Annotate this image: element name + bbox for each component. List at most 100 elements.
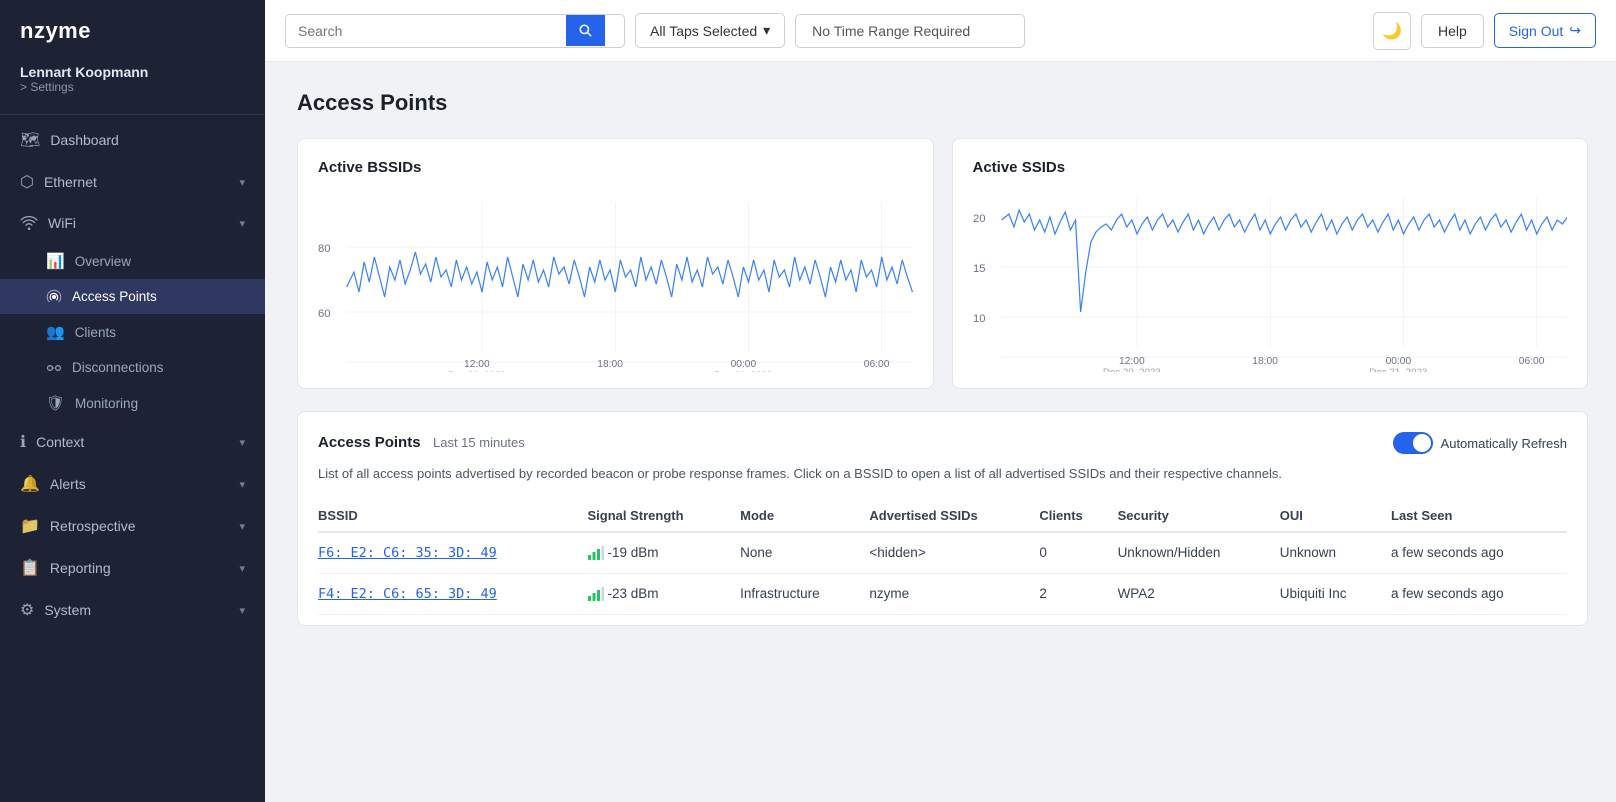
svg-text:Dec 20, 2023: Dec 20, 2023 — [448, 370, 506, 372]
sidebar-sub-item-clients[interactable]: 👥 Clients — [0, 314, 265, 350]
ssids-cell: nzyme — [869, 573, 1039, 614]
col-ssids: Advertised SSIDs — [869, 500, 1039, 532]
sidebar-item-reporting[interactable]: 📋 Reporting ▾ — [0, 547, 265, 589]
sidebar-item-label: Alerts — [50, 476, 86, 492]
col-oui: OUI — [1280, 500, 1391, 532]
chevron-down-icon: ▾ — [239, 478, 245, 491]
search-bar — [285, 14, 625, 48]
signout-label: Sign Out — [1509, 23, 1563, 39]
col-mode: Mode — [740, 500, 869, 532]
wifi-icon — [20, 214, 38, 232]
svg-text:15: 15 — [973, 263, 986, 275]
help-button[interactable]: Help — [1421, 14, 1484, 48]
svg-text:12:00: 12:00 — [1119, 356, 1145, 367]
auto-refresh-wrap: Automatically Refresh — [1393, 432, 1567, 454]
user-name: Lennart Koopmann — [20, 64, 245, 80]
content-area: Access Points Active BSSIDs 80 60 — [265, 62, 1616, 802]
chevron-down-icon: ▾ — [239, 176, 245, 189]
taps-selector[interactable]: All Taps Selected ▾ — [635, 13, 785, 48]
signal-value: -19 dBm — [608, 545, 659, 560]
moon-icon: 🌙 — [1382, 21, 1402, 41]
svg-text:06:00: 06:00 — [1518, 356, 1544, 367]
sidebar-item-label: WiFi — [48, 215, 76, 231]
signal-cell: -23 dBm — [588, 586, 729, 601]
sidebar-sub-label: Disconnections — [72, 360, 164, 375]
settings-link[interactable]: > Settings — [20, 80, 245, 94]
bssid-link[interactable]: F6: E2: C6: 35: 3D: 49 — [318, 545, 497, 561]
table-row: F4: E2: C6: 65: 3D: 49 — [318, 573, 1567, 614]
active-bssids-title: Active BSSIDs — [318, 159, 913, 176]
security-cell: Unknown/Hidden — [1118, 532, 1280, 574]
svg-text:Dec 21, 2023: Dec 21, 2023 — [1369, 367, 1427, 372]
sign-out-button[interactable]: Sign Out ↪ — [1494, 13, 1596, 48]
alerts-icon: 🔔 — [20, 474, 40, 494]
ap-section-title: Access Points — [318, 434, 421, 451]
svg-text:Dec 20, 2023: Dec 20, 2023 — [1102, 367, 1160, 372]
ap-table-section: Access Points Last 15 minutes Automatica… — [297, 411, 1588, 626]
col-lastseen: Last Seen — [1391, 500, 1567, 532]
monitoring-icon: 🛡 — [46, 394, 65, 412]
ethernet-icon: ⬡ — [20, 172, 34, 192]
svg-text:10: 10 — [973, 313, 986, 325]
sidebar-item-wifi[interactable]: WiFi ▾ — [0, 203, 265, 243]
svg-text:60: 60 — [318, 308, 331, 320]
page-title: Access Points — [297, 90, 1588, 116]
bssid-link[interactable]: F4: E2: C6: 65: 3D: 49 — [318, 586, 497, 602]
col-clients: Clients — [1039, 500, 1117, 532]
auto-refresh-label: Automatically Refresh — [1441, 436, 1567, 451]
sidebar-item-retrospective[interactable]: 📁 Retrospective ▾ — [0, 505, 265, 547]
sidebar-item-label: Dashboard — [50, 132, 119, 148]
clients-cell: 0 — [1039, 532, 1117, 574]
signout-icon: ↪ — [1569, 22, 1581, 39]
col-security: Security — [1118, 500, 1280, 532]
context-icon: ℹ — [20, 432, 26, 452]
overview-icon: 📊 — [46, 252, 65, 270]
help-label: Help — [1438, 23, 1467, 39]
brand-logo: nzyme — [0, 0, 265, 58]
sidebar-sub-item-disconnections[interactable]: Disconnections — [0, 350, 265, 385]
sidebar-item-system[interactable]: ⚙ System ▾ — [0, 589, 265, 631]
oui-cell: Ubiquiti Inc — [1280, 573, 1391, 614]
map-icon: 🗺 — [20, 130, 40, 150]
sidebar-item-label: Reporting — [50, 560, 111, 576]
ssids-svg: 20 15 10 — [973, 192, 1568, 372]
search-input[interactable] — [286, 15, 566, 47]
chevron-down-icon: ▾ — [239, 562, 245, 575]
chevron-down-icon: ▾ — [239, 217, 245, 230]
sidebar-sub-label: Clients — [75, 325, 116, 340]
ap-section-title-wrap: Access Points Last 15 minutes — [318, 434, 525, 452]
active-ssids-chart: 20 15 10 — [973, 192, 1568, 372]
sidebar-sub-item-access-points[interactable]: Access Points — [0, 279, 265, 314]
sidebar-sub-item-overview[interactable]: 📊 Overview — [0, 243, 265, 279]
disconnections-icon — [46, 359, 62, 376]
sidebar-item-label: Context — [36, 434, 84, 450]
time-range-label: No Time Range Required — [812, 23, 970, 39]
sidebar-item-alerts[interactable]: 🔔 Alerts ▾ — [0, 463, 265, 505]
main-area: All Taps Selected ▾ No Time Range Requir… — [265, 0, 1616, 802]
svg-text:20: 20 — [973, 213, 986, 225]
svg-text:00:00: 00:00 — [731, 359, 757, 370]
sidebar-sub-label: Overview — [75, 254, 131, 269]
active-ssids-title: Active SSIDs — [973, 159, 1568, 176]
search-button[interactable] — [566, 15, 605, 46]
auto-refresh-toggle[interactable] — [1393, 432, 1433, 454]
signal-value: -23 dBm — [608, 586, 659, 601]
sidebar-sub-item-monitoring[interactable]: 🛡 Monitoring — [0, 385, 265, 421]
sidebar-item-context[interactable]: ℹ Context ▾ — [0, 421, 265, 463]
svg-text:12:00: 12:00 — [464, 359, 490, 370]
sidebar-item-dashboard[interactable]: 🗺 Dashboard — [0, 119, 265, 161]
sidebar-item-ethernet[interactable]: ⬡ Ethernet ▾ — [0, 161, 265, 203]
sidebar-sub-label: Monitoring — [75, 396, 138, 411]
active-bssids-chart: 80 60 12:00 — [318, 192, 913, 372]
table-row: F6: E2: C6: 35: 3D: 49 — [318, 532, 1567, 574]
clients-cell: 2 — [1039, 573, 1117, 614]
clients-icon: 👥 — [46, 323, 65, 341]
dark-mode-toggle[interactable]: 🌙 — [1373, 12, 1411, 50]
active-ssids-card: Active SSIDs 20 15 10 — [952, 138, 1589, 389]
ssids-cell: <hidden> — [869, 532, 1039, 574]
search-icon — [578, 23, 593, 38]
lastseen-cell: a few seconds ago — [1391, 573, 1567, 614]
svg-text:18:00: 18:00 — [597, 359, 623, 370]
svg-text:Dec 21, 2023: Dec 21, 2023 — [714, 370, 772, 372]
ap-table: BSSID Signal Strength Mode Advertised SS… — [318, 500, 1567, 615]
